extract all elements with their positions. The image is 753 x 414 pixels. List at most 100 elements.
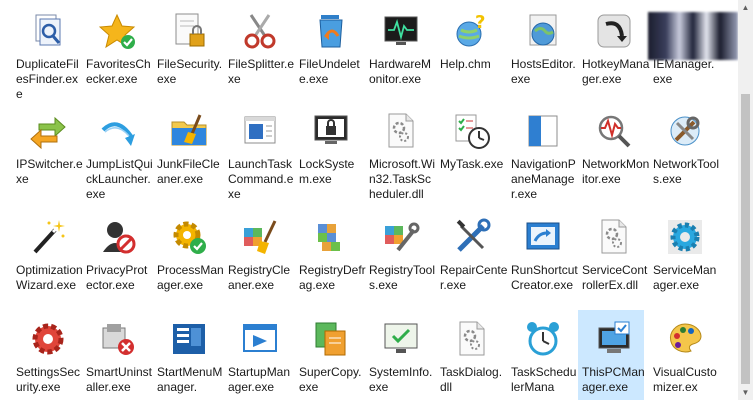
file-item[interactable]: HostsEdit​or.exe <box>511 6 581 106</box>
file-name-label: IPSwitcher.​exe <box>16 157 83 186</box>
file-name-label: PrivacyPro​tector.exe <box>86 263 148 292</box>
file-name-label: JumpListQ​uickLaunc​her.exe <box>86 157 153 201</box>
file-item[interactable]: JunkFileCl​eaner.exe <box>157 106 227 206</box>
file-item[interactable]: ServiceMa​nager.exe <box>653 212 723 312</box>
star-check-icon <box>99 12 137 50</box>
file-item[interactable]: SettingsSe​curity.exe <box>16 314 86 414</box>
file-name-label: Help.chm <box>440 57 491 71</box>
checklist-clock-icon <box>453 112 491 150</box>
file-name-label: RegistryTo​ols.exe <box>369 263 436 292</box>
network-tools-icon <box>666 112 704 150</box>
file-item[interactable]: StartMenu​Manager. <box>157 314 227 414</box>
service-gear-icon <box>666 218 704 256</box>
file-name-label: RegistryCl​eaner.exe <box>228 263 291 292</box>
scrollbar-thumb[interactable] <box>741 94 750 384</box>
scroll-up-arrow-icon[interactable]: ▲ <box>741 3 750 12</box>
vertical-scrollbar[interactable]: ▲ ▼ <box>738 0 753 400</box>
file-item[interactable]: FileSecurit​y.exe <box>157 6 227 106</box>
file-item[interactable]: MyTask.ex​e <box>440 106 510 206</box>
file-item[interactable]: RegistryCl​eaner.exe <box>228 212 298 312</box>
file-item[interactable]: IPSwitcher.​exe <box>16 106 86 206</box>
start-menu-icon <box>170 320 208 358</box>
uninstall-box-icon <box>99 320 137 358</box>
window-icon <box>241 112 279 150</box>
file-name-label: FavoritesC​hecker.exe <box>86 57 151 86</box>
file-name-label: StartupMa​nager.exe <box>228 365 291 394</box>
file-item[interactable]: RepairCen​ter.exe <box>440 212 510 312</box>
registry-broom-icon <box>241 218 279 256</box>
globe-icon <box>524 12 562 50</box>
document-magnifier-icon <box>29 12 67 50</box>
file-item[interactable]: TaskDialo​g.dll <box>440 314 510 414</box>
file-item[interactable]: Navigatio​nPaneMan​ager.exe <box>511 106 581 206</box>
file-name-label: FileSplitter​.exe <box>228 57 295 86</box>
file-item[interactable]: TaskSched​ulerMana <box>511 314 581 414</box>
file-item[interactable]: HotkeyMa​nager.exe <box>582 6 652 106</box>
magic-wand-icon <box>29 218 67 256</box>
wrench-screwdriver-icon <box>453 218 491 256</box>
file-name-label: SuperCop​y.exe <box>299 365 362 394</box>
file-name-label: IEManage​r.exe <box>653 57 715 86</box>
file-item[interactable]: RegistryTo​ols.exe <box>369 212 439 312</box>
copy-documents-icon <box>312 320 350 358</box>
file-name-label: ThisPCMa​nager.exe <box>582 365 645 394</box>
file-item[interactable]: Optimizati​onWizard.​exe <box>16 212 86 312</box>
file-name-label: FileUndele​te.exe <box>299 57 360 86</box>
file-item[interactable]: ? Help.chm <box>440 6 510 106</box>
file-item[interactable]: JumpListQ​uickLaunc​her.exe <box>86 106 156 206</box>
palette-icon <box>666 320 704 358</box>
gear-check-icon <box>170 218 208 256</box>
dll-file-icon <box>453 320 491 358</box>
pane-icon <box>524 112 562 150</box>
file-item[interactable]: FileSplitter​.exe <box>228 6 298 106</box>
network-magnifier-icon <box>595 112 633 150</box>
file-name-label: TaskDialo​g.dll <box>440 365 503 394</box>
help-globe-icon: ? <box>453 12 491 50</box>
file-name-label: ProcessM​anager.ex​e <box>157 263 224 292</box>
svg-text:?: ? <box>475 12 485 33</box>
file-item[interactable]: SystemInf​o.exe <box>369 314 439 414</box>
file-item[interactable]: FileUndele​te.exe <box>299 6 369 106</box>
scissors-icon <box>241 12 279 50</box>
file-item[interactable]: LaunchTas​kCommand​.exe <box>228 106 298 206</box>
file-item[interactable]: ThisPCMa​nager.exe <box>578 310 645 400</box>
recycle-bin-icon <box>312 12 350 50</box>
file-item[interactable]: NetworkM​onitor.exe <box>582 106 652 206</box>
file-item[interactable]: ServiceCo​ntrollerEx.​dll <box>582 212 652 312</box>
file-item[interactable]: SuperCop​y.exe <box>299 314 369 414</box>
jump-arrow-icon <box>99 112 137 150</box>
monitor-lock-icon <box>312 112 350 150</box>
file-name-label: NetworkT​ools.exe <box>653 157 720 186</box>
file-item[interactable]: LockSyste​m.exe <box>299 106 369 206</box>
dll-file-icon <box>382 112 420 150</box>
file-name-label: ServiceMa​nager.exe <box>653 263 717 292</box>
file-item[interactable]: PrivacyPro​tector.exe <box>86 212 156 312</box>
file-item[interactable]: SmartUnin​staller.exe <box>86 314 156 414</box>
shortcut-window-icon <box>524 218 562 256</box>
file-item[interactable]: RunShortc​utCreator.​exe <box>511 212 581 312</box>
file-grid: DuplicateF​ilesFinder.​exe FavoritesC​hec… <box>0 0 738 400</box>
file-name-label: JunkFileCl​eaner.exe <box>157 157 220 186</box>
file-item[interactable]: ProcessM​anager.ex​e <box>157 212 227 312</box>
file-item[interactable]: Microsoft.​Win32.Tas​kSchedule​r.dll <box>369 106 439 206</box>
folder-broom-icon <box>170 112 208 150</box>
file-item[interactable]: DuplicateF​ilesFinder.​exe <box>16 6 86 106</box>
file-name-label: HotkeyMa​nager.exe <box>582 57 650 86</box>
startup-window-icon <box>241 320 279 358</box>
hotkey-arrow-icon <box>595 12 633 50</box>
scroll-down-arrow-icon[interactable]: ▼ <box>741 388 750 397</box>
monitor-check-icon <box>382 320 420 358</box>
file-item[interactable]: VisualCust​omizer.ex <box>653 314 723 414</box>
file-item[interactable]: NetworkT​ools.exe <box>653 106 723 206</box>
file-name-label: StartMenu​Manager. <box>157 365 223 394</box>
registry-tools-icon <box>382 218 420 256</box>
file-name-label: FileSecurit​y.exe <box>157 57 223 86</box>
file-item[interactable]: FavoritesC​hecker.exe <box>86 6 156 106</box>
blurred-region <box>648 12 738 60</box>
file-item[interactable]: StartupMa​nager.exe <box>228 314 298 414</box>
file-name-label: VisualCust​omizer.ex <box>653 365 717 394</box>
file-name-label: TaskSched​ulerMana <box>511 365 577 394</box>
switch-arrows-icon <box>29 112 67 150</box>
file-item[interactable]: RegistryD​efrag.exe <box>299 212 369 312</box>
file-item[interactable]: Hardware​Monitor.e​xe <box>369 6 439 106</box>
